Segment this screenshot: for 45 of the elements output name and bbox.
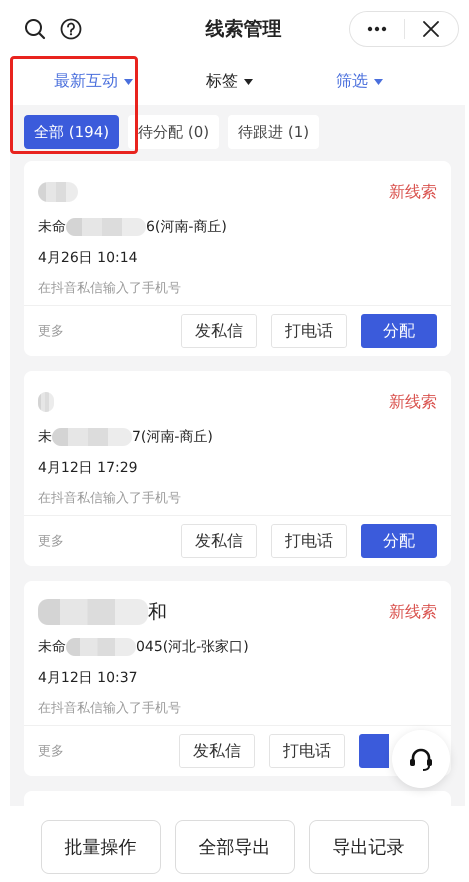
search-icon[interactable]	[24, 18, 46, 40]
lead-status: 新线索	[389, 392, 437, 412]
batch-button[interactable]: 批量操作	[40, 820, 160, 874]
caret-icon	[374, 78, 383, 84]
lead-name: 和	[148, 600, 167, 625]
close-icon[interactable]	[422, 20, 440, 38]
lead-time: 4月12日 10:37	[38, 669, 139, 687]
filter-dropdown[interactable]: 最新互动	[0, 71, 163, 92]
caret-icon	[124, 78, 133, 84]
filter-dropdown[interactable]: 筛选	[296, 71, 469, 92]
headset-icon	[408, 746, 434, 772]
page-title: 线索管理	[204, 17, 282, 42]
assign-button[interactable]: 分配	[361, 314, 437, 348]
lead-time: 4月26日 10:14	[38, 249, 139, 267]
lead-source: 在抖音私信输入了手机号	[38, 700, 182, 717]
status-tab[interactable]: 待分配 (0)	[128, 115, 220, 149]
lead-status: 新线索	[389, 182, 437, 202]
call-button[interactable]: 打电话	[269, 734, 345, 768]
lead-time: 4月12日 17:29	[38, 459, 139, 477]
help-icon[interactable]	[60, 18, 82, 40]
phone-prefix: 未	[38, 428, 52, 446]
phone-prefix: 未命	[38, 218, 66, 236]
blur-mosaic	[38, 182, 78, 202]
caret-icon	[244, 78, 253, 84]
lead-status: 新线索	[389, 602, 437, 622]
phone-location: 6(河南-商丘)	[146, 218, 227, 236]
message-button[interactable]: 发私信	[181, 524, 257, 558]
status-tab[interactable]: 待跟进 (1)	[228, 115, 320, 149]
call-button[interactable]: 打电话	[271, 524, 347, 558]
status-tab[interactable]: 全部 (194)	[24, 115, 120, 149]
phone-location: 7(河南-商丘)	[132, 428, 213, 446]
lead-source: 在抖音私信输入了手机号	[38, 490, 182, 507]
export-history-button[interactable]: 导出记录	[308, 820, 428, 874]
assign-button[interactable]: 分配	[361, 524, 437, 558]
export-all-button[interactable]: 全部导出	[174, 820, 294, 874]
phone-prefix: 未命	[38, 638, 66, 656]
message-button[interactable]: 发私信	[179, 734, 255, 768]
phone-location: 045(河北-张家口)	[136, 638, 249, 656]
blur-mosaic	[66, 638, 136, 656]
filter-dropdown[interactable]: 标签	[163, 71, 296, 92]
blur-mosaic	[38, 392, 54, 412]
message-button[interactable]: 发私信	[181, 314, 257, 348]
call-button[interactable]: 打电话	[271, 314, 347, 348]
more-icon[interactable]	[366, 26, 387, 32]
lead-source: 在抖音私信输入了手机号	[38, 280, 182, 297]
